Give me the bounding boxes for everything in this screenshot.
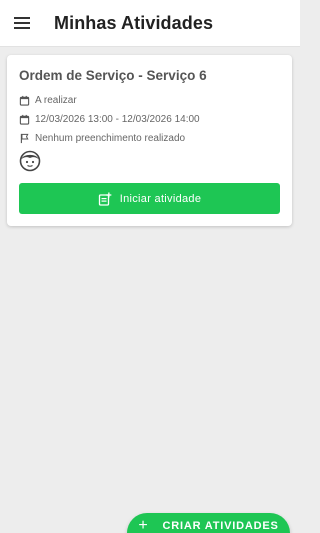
note-add-icon <box>98 192 112 206</box>
start-activity-button[interactable]: Iniciar atividade <box>19 183 280 214</box>
menu-icon[interactable] <box>12 13 32 33</box>
activity-card[interactable]: Ordem de Serviço - Serviço 6 A realizar … <box>7 55 292 226</box>
activity-title: Ordem de Serviço - Serviço 6 <box>19 68 207 83</box>
start-activity-label: Iniciar atividade <box>119 192 202 205</box>
calendar-icon <box>19 95 30 106</box>
create-activities-button[interactable]: + CRIAR ATIVIDADES <box>127 513 290 533</box>
activity-status: A realizar <box>35 94 77 106</box>
activity-fill-row: Nenhum preenchimento realizado <box>19 130 280 146</box>
page-title: Minhas Atividades <box>54 12 214 33</box>
create-activities-label: CRIAR ATIVIDADES <box>162 520 279 532</box>
calendar-icon <box>19 114 30 125</box>
flag-icon <box>20 133 29 143</box>
activity-fill-status: Nenhum preenchimento realizado <box>35 132 186 144</box>
plus-icon: + <box>138 517 149 533</box>
app-screen: Minhas Atividades Ordem de Serviço - Ser… <box>0 0 300 533</box>
activity-schedule: 12/03/2026 13:00 - 12/03/2026 14:00 <box>35 113 200 125</box>
activity-schedule-row: 12/03/2026 13:00 - 12/03/2026 14:00 <box>19 111 280 127</box>
activity-status-row: A realizar <box>19 92 280 108</box>
app-bar: Minhas Atividades <box>0 0 300 47</box>
face-icon <box>19 150 41 172</box>
